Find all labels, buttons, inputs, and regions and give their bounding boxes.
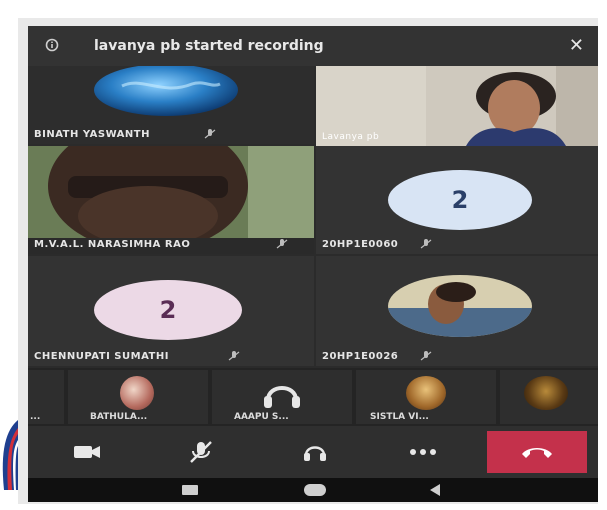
strip-participant[interactable]: ... bbox=[28, 370, 64, 424]
video-off-icon bbox=[74, 446, 100, 458]
strip-participant-name: ... bbox=[30, 412, 41, 422]
more-icon bbox=[410, 449, 436, 455]
participant-name: M.V.A.L. NARASIMHA RAO bbox=[34, 239, 191, 250]
hangup-icon bbox=[522, 448, 552, 458]
mic-off-icon bbox=[420, 351, 432, 361]
participant-name: 20HP1E0026 bbox=[322, 351, 399, 362]
initials-avatar: 2 bbox=[388, 170, 532, 230]
mic-off-icon bbox=[190, 441, 212, 463]
back-nav-icon[interactable] bbox=[428, 484, 442, 496]
hangup-button[interactable] bbox=[487, 431, 587, 473]
strip-participant[interactable] bbox=[500, 370, 598, 424]
participant-tile-2[interactable]: Lavanya pb bbox=[316, 66, 598, 146]
initials-avatar: 2 bbox=[94, 280, 242, 340]
participant-tile-4[interactable]: 2 20HP1E0060 bbox=[316, 146, 598, 254]
strip-participant[interactable]: BATHULA... bbox=[68, 370, 208, 424]
participant-name: 20HP1E0060 bbox=[322, 239, 399, 250]
recording-banner: lavanya pb started recording ✕ bbox=[28, 26, 598, 66]
video-toggle-button[interactable] bbox=[70, 436, 104, 468]
home-nav-icon[interactable] bbox=[304, 484, 326, 496]
recording-banner-text: lavanya pb started recording bbox=[94, 38, 324, 54]
photo-avatar bbox=[406, 376, 446, 410]
speaker-button[interactable] bbox=[298, 436, 332, 468]
mic-off-icon bbox=[420, 239, 432, 249]
mic-toggle-button[interactable] bbox=[184, 436, 218, 468]
photo-avatar bbox=[388, 275, 532, 337]
photo-avatar bbox=[120, 376, 154, 410]
mic-off-icon bbox=[228, 351, 240, 361]
info-icon bbox=[45, 38, 59, 52]
strip-participant-name: BATHULA... bbox=[90, 412, 148, 422]
strip-participant[interactable]: AAAPU S... bbox=[212, 370, 352, 424]
mic-off-icon bbox=[204, 129, 216, 139]
speaker-icon bbox=[304, 446, 326, 461]
close-icon[interactable]: ✕ bbox=[569, 35, 584, 56]
strip-participant-name: AAAPU S... bbox=[234, 412, 289, 422]
recents-nav-icon[interactable] bbox=[182, 485, 198, 495]
mic-off-icon bbox=[276, 239, 288, 249]
participant-tile-6[interactable]: 20HP1E0026 bbox=[316, 256, 598, 366]
system-nav-bar bbox=[28, 478, 598, 502]
participant-video bbox=[28, 146, 314, 254]
participant-tile-3[interactable]: M.V.A.L. NARASIMHA RAO bbox=[28, 146, 314, 254]
call-controls bbox=[28, 426, 598, 478]
photo-avatar bbox=[524, 376, 568, 410]
participant-name: BINATH YASWANTH bbox=[34, 129, 150, 140]
participant-name: CHENNUPATI SUMATHI bbox=[34, 351, 169, 362]
participant-tile-5[interactable]: 2 CHENNUPATI SUMATHI bbox=[28, 256, 314, 366]
headphones-avatar bbox=[264, 386, 300, 408]
strip-participant-name: SISTLA VI... bbox=[370, 412, 429, 422]
strip-participant[interactable]: SISTLA VI... bbox=[356, 370, 496, 424]
globe-avatar bbox=[94, 66, 238, 116]
participant-strip[interactable]: ... BATHULA... AAAPU S... SISTLA VI... bbox=[28, 368, 598, 426]
participant-tile-1[interactable]: BINATH YASWANTH bbox=[28, 66, 314, 144]
participant-name: Lavanya pb bbox=[322, 132, 380, 142]
logo-fragment-icon bbox=[2, 420, 18, 490]
more-options-button[interactable] bbox=[406, 436, 440, 468]
teams-call-window: lavanya pb started recording ✕ BINATH YA… bbox=[28, 26, 598, 502]
